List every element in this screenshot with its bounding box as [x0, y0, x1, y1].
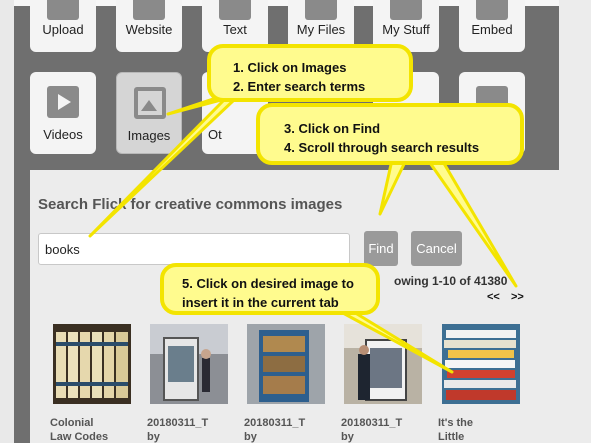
pointer-to-find	[378, 158, 408, 216]
callout-step-5: 5. Click on desired image to insert it i…	[160, 263, 380, 315]
callout-step-2: 2. Enter search terms	[233, 79, 366, 94]
callout-step-3-4: 3. Click on Find 4. Scroll through searc…	[256, 103, 524, 165]
callout-step-4: 4. Scroll through search results	[284, 140, 480, 155]
pointer-to-image	[328, 304, 454, 374]
callout-step-1-2: 1. Click on Images 2. Enter search terms	[207, 44, 413, 102]
callout-step-3: 3. Click on Find	[284, 121, 381, 136]
pointer-to-pagination	[426, 158, 518, 288]
callout-step-5-line1: 5. Click on desired image to	[182, 276, 354, 291]
callout-step-1: 1. Click on Images	[233, 60, 347, 75]
callout-step-5-line2: insert it in the current tab	[182, 295, 339, 310]
pointer-to-search-input	[88, 98, 236, 238]
